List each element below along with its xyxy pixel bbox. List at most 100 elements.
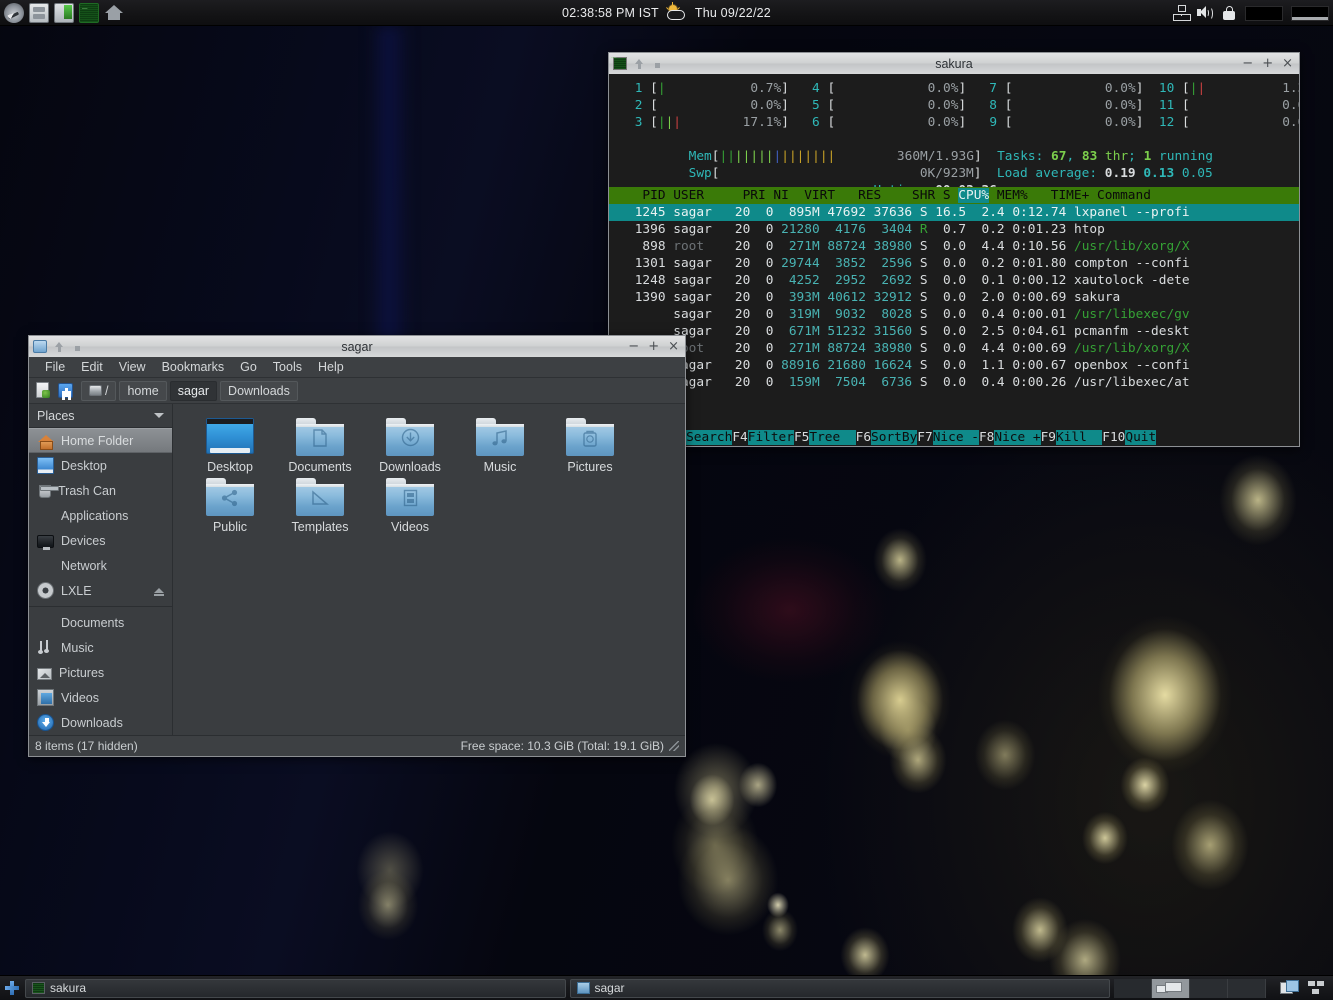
minimize-button[interactable]: − — [1242, 57, 1253, 70]
fkey-label[interactable]: Search — [686, 430, 732, 445]
fkey-label[interactable]: Quit — [1125, 430, 1156, 445]
sakura-titlebar[interactable]: sakura − + × — [608, 52, 1300, 74]
table-row[interactable]: sagar 20 0 159M 7504 6736 S 0.0 0.4 0:00… — [627, 374, 1299, 391]
places-header[interactable]: Places — [29, 404, 172, 428]
table-row[interactable]: 1245 sagar 20 0 895M 47692 37636 S 16.5 … — [609, 204, 1300, 221]
table-row[interactable]: 1390 sagar 20 0 393M 40612 32912 S 0.0 2… — [627, 289, 1299, 306]
table-row[interactable]: sagar 20 0 88916 21680 16624 S 0.0 1.1 0… — [627, 357, 1299, 374]
volume-icon[interactable] — [1197, 5, 1213, 21]
sidebar-item-trash-can[interactable]: Trash Can — [29, 478, 172, 503]
file-manager-menubar[interactable]: FileEditViewBookmarksGoToolsHelp — [29, 357, 685, 378]
workspace-1[interactable] — [1114, 979, 1152, 998]
sakura-terminal-window[interactable]: sakura − + × 1 [| 0.7%] 4 [ 0.0%] 7 [ 0.… — [608, 52, 1300, 448]
workspace-pager[interactable] — [1114, 979, 1266, 998]
taskbar-button-sakura[interactable]: sakura — [25, 979, 566, 998]
sidebar-item-pictures[interactable]: Pictures — [29, 660, 172, 685]
sidebar-item-lxle[interactable]: LXLE — [29, 578, 172, 603]
breadcrumb-item-home[interactable]: home — [119, 381, 166, 401]
table-row[interactable]: 1396 sagar 20 0 21280 4176 3404 R 0.7 0.… — [627, 221, 1299, 238]
memory-monitor-graph[interactable] — [1291, 6, 1329, 21]
chevron-down-icon[interactable] — [154, 413, 164, 418]
table-row[interactable]: sagar 20 0 319M 9032 8028 S 0.0 0.4 0:00… — [627, 306, 1299, 323]
lxle-logo-icon[interactable] — [4, 3, 24, 23]
close-button[interactable]: × — [1282, 57, 1293, 70]
lock-icon[interactable] — [1221, 5, 1237, 21]
sidebar-item-documents[interactable]: Documents — [29, 610, 172, 635]
fkey-label[interactable]: Nice - — [933, 430, 979, 445]
sakura-app-icon[interactable] — [613, 57, 627, 70]
cpu-monitor-graph[interactable] — [1245, 6, 1283, 21]
menu-item-help[interactable]: Help — [310, 358, 352, 376]
workspace-4[interactable] — [1228, 979, 1266, 998]
folder-item-pictures[interactable]: Pictures — [545, 414, 635, 474]
table-row[interactable]: 1248 sagar 20 0 4252 2952 2692 S 0.0 0.1… — [627, 272, 1299, 289]
file-manager-app-icon[interactable] — [33, 340, 47, 353]
htop-process-list[interactable]: 1245 sagar 20 0 895M 47692 37636 S 16.5 … — [609, 204, 1299, 391]
file-cabinet-icon[interactable] — [29, 3, 49, 23]
terminal-icon[interactable] — [79, 3, 99, 23]
sidebar-item-applications[interactable]: Applications — [29, 503, 172, 528]
menu-item-view[interactable]: View — [111, 358, 154, 376]
workspace-3[interactable] — [1190, 979, 1228, 998]
htop-column-header[interactable]: PID USER PRI NI VIRT RES SHR S CPU% MEM%… — [609, 187, 1300, 204]
shade-up-icon[interactable] — [633, 58, 645, 70]
folder-item-templates[interactable]: Templates — [275, 474, 365, 534]
resize-grip[interactable] — [669, 741, 679, 751]
workspace-2[interactable] — [1152, 979, 1190, 998]
table-row[interactable]: sagar 20 0 671M 51232 31560 S 0.0 2.5 0:… — [627, 323, 1299, 340]
htop-terminal-body[interactable]: 1 [| 0.7%] 4 [ 0.0%] 7 [ 0.0%] 10 [|| 1.… — [608, 74, 1300, 447]
table-row[interactable]: 898 root 20 0 271M 88724 38980 S 0.0 4.4… — [627, 238, 1299, 255]
window-list-icon[interactable] — [1280, 980, 1300, 996]
iconify-icon[interactable] — [651, 58, 663, 70]
arrow-up-icon[interactable] — [104, 3, 124, 23]
taskbar-button-sagar[interactable]: sagar — [570, 979, 1111, 998]
shade-up-icon[interactable] — [53, 341, 65, 353]
sidebar-item-network[interactable]: Network — [29, 553, 172, 578]
htop-function-keys[interactable]: 2Setup F3SearchF4FilterF5Tree F6SortByF7… — [609, 429, 1300, 446]
fkey-label[interactable]: Filter — [748, 430, 794, 445]
fkey-label[interactable]: SortBy — [871, 430, 917, 445]
new-folder-icon[interactable] — [57, 382, 75, 400]
sort-column-header[interactable]: CPU% — [958, 188, 989, 203]
eject-icon[interactable] — [154, 588, 164, 593]
menu-item-bookmarks[interactable]: Bookmarks — [154, 358, 233, 376]
close-button[interactable]: × — [668, 340, 679, 353]
fkey-label[interactable]: Nice + — [994, 430, 1040, 445]
grid-icon[interactable] — [1308, 981, 1326, 995]
folder-item-desktop[interactable]: Desktop — [185, 414, 275, 474]
table-row[interactable]: 1301 sagar 20 0 29744 3852 2596 S 0.0 0.… — [627, 255, 1299, 272]
file-manager-titlebar[interactable]: sagar − + × — [28, 335, 686, 357]
network-icon[interactable] — [1173, 5, 1189, 21]
fkey-label[interactable]: Tree — [809, 430, 855, 445]
folder-content-area[interactable]: DesktopDocumentsDownloadsMusicPictures Pu… — [173, 404, 685, 735]
sidebar-item-home-folder[interactable]: Home Folder — [29, 428, 172, 453]
breadcrumb-item-sagar[interactable]: sagar — [170, 381, 217, 401]
sidebar-item-desktop[interactable]: Desktop — [29, 453, 172, 478]
sidebar-item-videos[interactable]: Videos — [29, 685, 172, 710]
sidebar-item-devices[interactable]: Devices — [29, 528, 172, 553]
folder-item-documents[interactable]: Documents — [275, 414, 365, 474]
folder-item-public[interactable]: Public — [185, 474, 275, 534]
fkey-label[interactable]: Kill — [1056, 430, 1102, 445]
minimize-button[interactable]: − — [628, 340, 639, 353]
file-manager-toolbar[interactable]: /homesagarDownloads — [29, 378, 685, 404]
sidebar-item-downloads[interactable]: Downloads — [29, 710, 172, 735]
menu-item-tools[interactable]: Tools — [265, 358, 310, 376]
table-row[interactable]: root 20 0 271M 88724 38980 S 0.0 4.4 0:0… — [627, 340, 1299, 357]
show-desktop-icon[interactable] — [3, 979, 21, 997]
menu-item-edit[interactable]: Edit — [73, 358, 111, 376]
breadcrumb-item[interactable]: / — [81, 381, 116, 401]
sidebar-item-music[interactable]: Music — [29, 635, 172, 660]
new-file-icon[interactable] — [35, 382, 53, 400]
breadcrumb-item-downloads[interactable]: Downloads — [220, 381, 298, 401]
file-manager-window[interactable]: sagar − + × FileEditViewBookmarksGoTools… — [28, 335, 686, 757]
maximize-button[interactable]: + — [1262, 57, 1273, 70]
iconify-icon[interactable] — [71, 341, 83, 353]
folder-item-music[interactable]: Music — [455, 414, 545, 474]
folder-item-downloads[interactable]: Downloads — [365, 414, 455, 474]
menu-item-file[interactable]: File — [37, 358, 73, 376]
maximize-button[interactable]: + — [648, 340, 659, 353]
menu-item-go[interactable]: Go — [232, 358, 265, 376]
folder-item-videos[interactable]: Videos — [365, 474, 455, 534]
monitor-icon[interactable] — [54, 3, 74, 23]
